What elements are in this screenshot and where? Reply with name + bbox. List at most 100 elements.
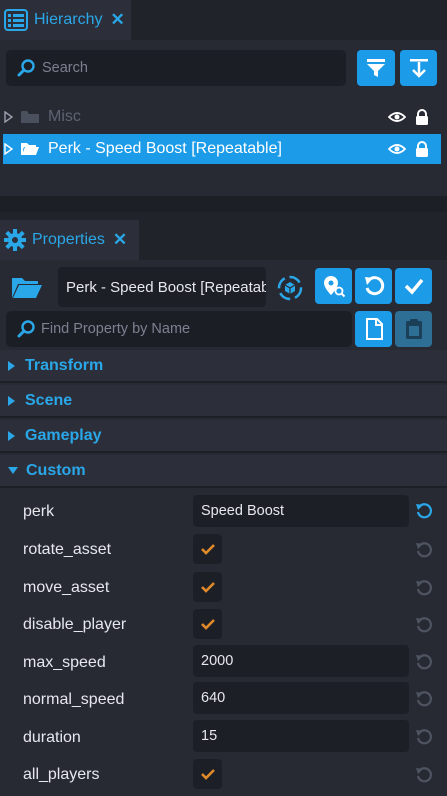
prop-value: 640 bbox=[201, 690, 226, 706]
tab-properties[interactable]: Properties ✕ bbox=[0, 220, 139, 260]
search-placeholder: Search bbox=[42, 60, 88, 76]
tab-hierarchy[interactable]: Hierarchy ✕ bbox=[0, 0, 131, 40]
properties-panel: Properties ✕ Perk - Speed Boost [Repeata… bbox=[0, 212, 447, 796]
filter-button[interactable] bbox=[357, 50, 395, 86]
object-name-text: Perk - Speed Boost [Repeatable] bbox=[66, 278, 266, 296]
gear-icon bbox=[4, 229, 26, 251]
eye-icon[interactable] bbox=[388, 143, 406, 155]
prop-row-disable-player: disable_player bbox=[0, 608, 447, 642]
checkmark-icon bbox=[200, 618, 215, 630]
normal-speed-input[interactable]: 640 bbox=[193, 682, 409, 714]
close-icon[interactable]: ✕ bbox=[113, 230, 127, 250]
panel-divider bbox=[0, 196, 447, 212]
folder-icon bbox=[20, 109, 40, 125]
locate-button[interactable] bbox=[315, 268, 352, 304]
all-players-checkbox[interactable] bbox=[193, 759, 222, 789]
tree-item-label: Perk - Speed Boost [Repeatable] bbox=[48, 140, 282, 157]
max-speed-input[interactable]: 2000 bbox=[193, 645, 409, 677]
checkmark-icon bbox=[200, 543, 215, 555]
document-icon bbox=[365, 318, 383, 340]
section-gameplay[interactable]: Gameplay bbox=[0, 420, 447, 453]
apply-button[interactable] bbox=[395, 268, 432, 304]
tab-strip-empty bbox=[139, 212, 447, 260]
hierarchy-search-input[interactable]: Search bbox=[6, 50, 346, 86]
prop-row-all-players: all_players bbox=[0, 758, 447, 792]
duration-input[interactable]: 15 bbox=[193, 720, 409, 752]
section-transform[interactable]: Transform bbox=[0, 350, 447, 383]
move-asset-checkbox[interactable] bbox=[193, 572, 222, 602]
hierarchy-tab-title: Hierarchy bbox=[34, 11, 103, 28]
checkmark-icon bbox=[403, 275, 425, 297]
prop-value: Speed Boost bbox=[201, 503, 285, 519]
clipboard-icon bbox=[405, 318, 423, 340]
prop-row-max-speed: max_speed 2000 bbox=[0, 645, 447, 679]
folder-open-icon bbox=[20, 141, 40, 157]
prop-row-rotate-asset: rotate_asset bbox=[0, 533, 447, 567]
prop-row-normal-speed: normal_speed 640 bbox=[0, 682, 447, 716]
folder-icon bbox=[11, 274, 43, 300]
reset-icon[interactable] bbox=[415, 502, 433, 520]
tab-strip-empty bbox=[131, 0, 447, 40]
reset-icon[interactable] bbox=[415, 766, 433, 784]
tab-strip-top bbox=[0, 212, 139, 220]
list-icon bbox=[4, 9, 28, 31]
expand-triangle-icon bbox=[8, 360, 15, 371]
prop-label: max_speed bbox=[23, 654, 106, 671]
prop-label: duration bbox=[23, 729, 81, 746]
expand-triangle-icon bbox=[8, 430, 15, 441]
eye-icon[interactable] bbox=[388, 111, 406, 123]
prop-row-perk: perk Speed Boost bbox=[0, 495, 447, 529]
map-pin-search-icon bbox=[322, 274, 346, 298]
object-name-input[interactable]: Perk - Speed Boost [Repeatable] bbox=[58, 267, 266, 307]
prop-row-duration: duration 15 bbox=[0, 720, 447, 754]
collapse-all-button[interactable] bbox=[400, 50, 437, 86]
section-scene[interactable]: Scene bbox=[0, 385, 447, 418]
expand-triangle-icon[interactable] bbox=[4, 143, 14, 155]
find-property-input[interactable]: Find Property by Name bbox=[6, 311, 352, 347]
reset-button[interactable] bbox=[355, 268, 392, 304]
prop-label: all_players bbox=[23, 766, 100, 783]
lock-icon[interactable] bbox=[415, 140, 429, 158]
perk-value-input[interactable]: Speed Boost bbox=[193, 495, 409, 527]
reset-icon[interactable] bbox=[415, 690, 433, 708]
tree-item-misc[interactable]: Misc bbox=[0, 102, 447, 132]
prop-label: perk bbox=[23, 503, 55, 520]
tree-item-perk-speed-boost[interactable]: Perk - Speed Boost [Repeatable] bbox=[3, 134, 441, 164]
section-label: Gameplay bbox=[25, 426, 102, 444]
collapse-triangle-icon bbox=[8, 467, 18, 474]
copy-button[interactable] bbox=[355, 311, 392, 347]
prop-value: 15 bbox=[201, 728, 218, 744]
reset-icon[interactable] bbox=[415, 616, 433, 634]
arrow-down-line-icon bbox=[408, 57, 430, 79]
find-property-placeholder: Find Property by Name bbox=[41, 321, 191, 337]
hierarchy-panel: Hierarchy ✕ Search Misc Perk - Speed Boo… bbox=[0, 0, 447, 196]
rotate-asset-checkbox[interactable] bbox=[193, 534, 222, 564]
checkmark-icon bbox=[200, 768, 215, 780]
disable-player-checkbox[interactable] bbox=[193, 609, 222, 639]
checkmark-icon bbox=[200, 581, 215, 593]
prop-label: rotate_asset bbox=[23, 541, 112, 558]
properties-tab-title: Properties bbox=[32, 231, 105, 248]
section-label: Transform bbox=[25, 356, 104, 374]
prop-value: 2000 bbox=[201, 653, 234, 669]
expand-triangle-icon[interactable] bbox=[4, 111, 14, 123]
prop-label: normal_speed bbox=[23, 691, 125, 708]
section-label: Custom bbox=[26, 461, 86, 479]
prop-row-move-asset: move_asset bbox=[0, 571, 447, 605]
reset-icon[interactable] bbox=[415, 541, 433, 559]
cube-target-icon[interactable] bbox=[276, 274, 304, 302]
search-icon bbox=[16, 58, 36, 78]
section-label: Scene bbox=[25, 391, 73, 409]
expand-triangle-icon bbox=[8, 395, 15, 406]
section-custom[interactable]: Custom bbox=[0, 455, 447, 488]
close-icon[interactable]: ✕ bbox=[110, 10, 124, 30]
reset-icon[interactable] bbox=[415, 653, 433, 671]
reset-icon[interactable] bbox=[415, 728, 433, 746]
lock-icon[interactable] bbox=[415, 108, 429, 126]
filter-icon bbox=[365, 57, 387, 79]
reset-icon[interactable] bbox=[415, 579, 433, 597]
search-icon bbox=[16, 319, 36, 339]
tree-item-label: Misc bbox=[48, 108, 81, 125]
paste-button[interactable] bbox=[395, 311, 432, 347]
prop-label: disable_player bbox=[23, 616, 127, 633]
